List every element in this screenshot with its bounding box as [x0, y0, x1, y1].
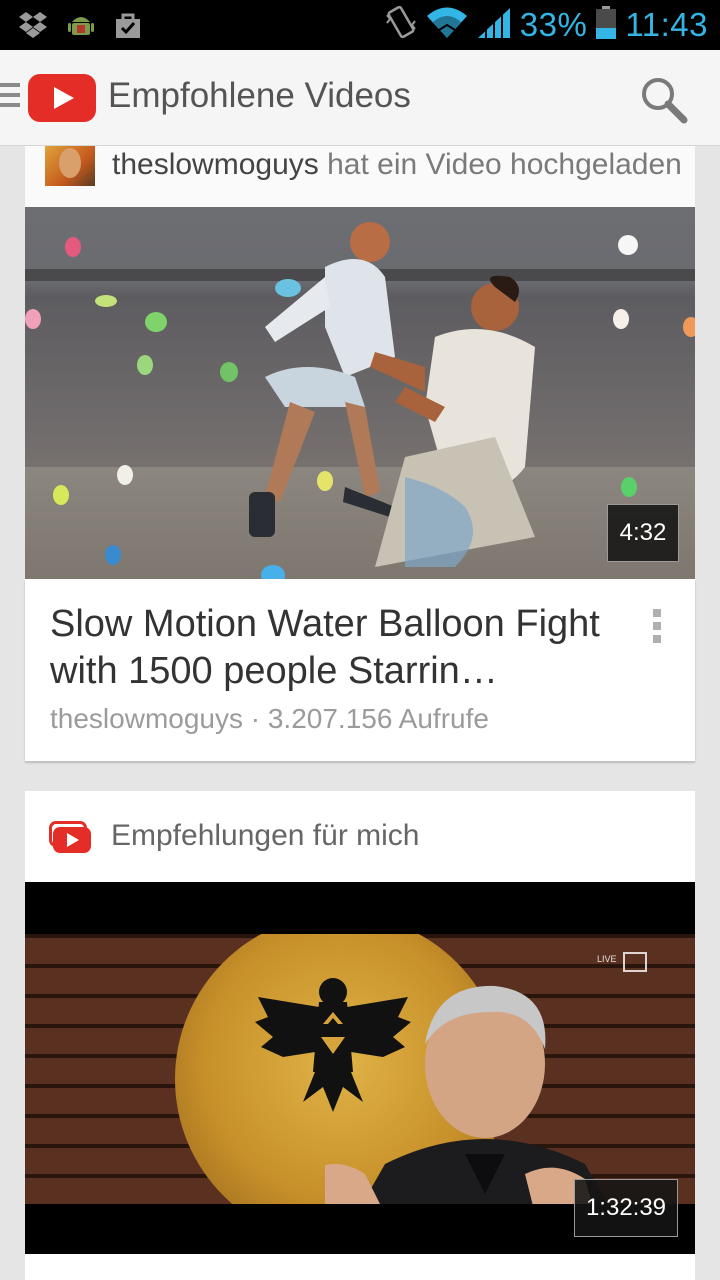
search-icon: [642, 78, 688, 124]
menu-icon[interactable]: [0, 83, 20, 111]
youtube-logo[interactable]: [28, 74, 96, 122]
video-title[interactable]: Slow Motion Water Balloon Fight with 150…: [50, 601, 630, 695]
search-button[interactable]: [636, 72, 692, 128]
shopping-bag-icon: [114, 11, 142, 43]
balloon: [95, 295, 117, 307]
battery-percent: 33%: [519, 6, 588, 43]
status-bar: 33% 11:43: [0, 0, 720, 50]
action-bar: Empfohlene Videos: [0, 50, 720, 146]
balloon: [275, 279, 301, 297]
balloon: [317, 471, 333, 491]
balloon: [145, 312, 167, 332]
overflow-menu-icon[interactable]: [653, 609, 663, 643]
recommendations-header[interactable]: Empfehlungen für mich: [25, 791, 695, 882]
video-meta: theslowmoguys · 3.207.156 Aufrufe: [50, 703, 489, 734]
uploader-name[interactable]: theslowmoguys: [112, 148, 319, 181]
battery-icon: [595, 6, 617, 44]
balloon: [261, 565, 285, 579]
wifi-icon: [426, 7, 468, 43]
thumbnail-scene: LIVE: [25, 934, 695, 1204]
vibrate-icon: [384, 5, 418, 45]
balloon: [618, 235, 638, 255]
presenter-figure: [325, 985, 608, 1204]
subscriptions-icon: [49, 821, 91, 853]
video-duration: 1:32:39: [574, 1179, 678, 1237]
balloon: [105, 545, 121, 565]
android-debug-icon: [68, 10, 94, 44]
balloon: [53, 485, 69, 505]
upload-action-text: hat ein Video hochgeladen: [318, 148, 682, 181]
balloon: [220, 362, 238, 382]
upload-activity-text: theslowmoguys hat ein Video hochgeladen: [112, 148, 682, 182]
recommendations-title: Empfehlungen für mich: [111, 819, 420, 852]
channel-logo: [623, 952, 647, 972]
balloon: [613, 309, 629, 329]
video-card[interactable]: [25, 1254, 695, 1280]
channel-watermark: LIVE: [597, 954, 617, 964]
system-status: 33% 11:43: [384, 2, 708, 48]
video-thumbnail[interactable]: 4:32: [25, 207, 695, 579]
balloon: [25, 309, 41, 329]
clock: 11:43: [625, 6, 708, 43]
balloon: [137, 355, 153, 375]
video-card[interactable]: Slow Motion Water Balloon Fight with 150…: [25, 579, 695, 761]
balloon: [683, 317, 695, 337]
video-duration: 4:32: [607, 504, 679, 562]
avatar[interactable]: [45, 146, 95, 186]
dropbox-icon: [18, 11, 48, 43]
notification-icons: [18, 10, 142, 44]
balloon: [117, 465, 133, 485]
thumbnail-figures: [249, 222, 535, 567]
page-title: Empfohlene Videos: [108, 76, 411, 115]
balloon: [65, 237, 81, 257]
balloon: [621, 477, 637, 497]
signal-icon: [476, 7, 512, 43]
video-thumbnail[interactable]: LIVE 1:32:39: [25, 882, 695, 1254]
upload-activity-header[interactable]: theslowmoguys hat ein Video hochgeladen: [25, 146, 695, 207]
